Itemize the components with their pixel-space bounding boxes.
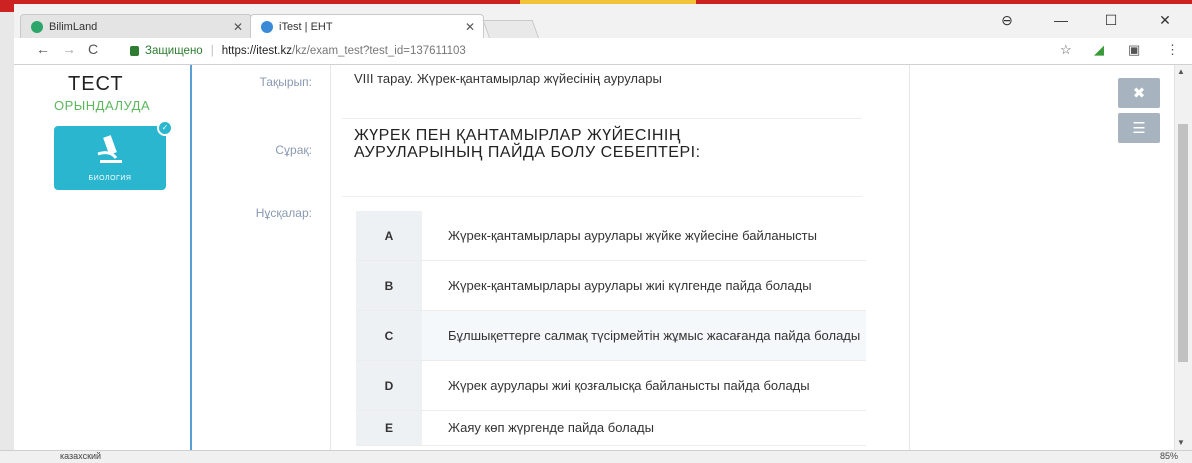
address-bar[interactable]: Защищено | https://itest.kz/kz/exam_test…: [130, 41, 1050, 61]
status-bar: казахский 85%: [0, 450, 1192, 463]
checkmark-icon: ✓: [157, 120, 173, 136]
option-text: Жаяу көп жүргенде пайда болады: [448, 420, 654, 435]
menu-icon[interactable]: ⋮: [1166, 42, 1179, 58]
answer-options: A Жүрек-қантамырлары аурулары жүйке жүйе…: [356, 211, 866, 446]
subject-label: БИОЛОГИЯ: [88, 175, 132, 182]
maximize-button[interactable]: ☐: [1096, 12, 1126, 29]
question-text: ЖҮРЕК ПЕН ҚАНТАМЫРЛАР ЖҮЙЕСІНІҢ АУРУЛАРЫ…: [354, 127, 701, 161]
back-icon[interactable]: ←: [36, 41, 50, 57]
question-label: Сұрақ:: [275, 143, 312, 157]
address-toolbar: ← → C Защищено | https://itest.kz/kz/exa…: [14, 38, 1192, 65]
close-tab-icon[interactable]: ✕: [233, 20, 243, 34]
answer-option-d[interactable]: D Жүрек аурулары жиі қозғалысқа байланыс…: [356, 361, 866, 411]
answer-option-c[interactable]: C Бұлшықеттерге салмақ түсірмейтін жұмыс…: [356, 311, 866, 361]
topic-text: VIII тарау. Жүрек-қантамырлар жүйесінің …: [354, 71, 662, 86]
divider: [342, 118, 862, 119]
bilimland-favicon-icon: [31, 20, 43, 33]
new-tab-button[interactable]: [482, 20, 540, 39]
url-path: /kz/exam_test?test_id=137611103: [292, 45, 466, 57]
question-list-button[interactable]: ☰: [1118, 113, 1160, 143]
browser-window: BilimLand ✕ iTest | ЕНТ ✕ ⊖ — ☐ ✕ ← → C …: [14, 4, 1192, 450]
camera-extension-icon[interactable]: ▣: [1128, 42, 1140, 58]
subject-card[interactable]: БИОЛОГИЯ: [54, 126, 166, 190]
scroll-down-icon[interactable]: ▼: [1177, 438, 1185, 447]
itest-favicon-icon: [261, 20, 273, 33]
minimize-button[interactable]: —: [1046, 12, 1076, 28]
option-letter: D: [356, 361, 422, 410]
topic-label: Тақырып:: [259, 75, 312, 89]
close-window-button[interactable]: ✕: [1150, 12, 1180, 29]
close-test-button[interactable]: ✖: [1118, 78, 1160, 108]
left-panel: ТЕСТ ОРЫНДАЛУДА БИОЛОГИЯ ✓: [14, 65, 192, 450]
answer-option-e[interactable]: E Жаяу көп жүргенде пайда болады: [356, 411, 866, 446]
scrollbar-thumb[interactable]: [1178, 124, 1188, 362]
tab-itest[interactable]: iTest | ЕНТ ✕: [250, 14, 484, 38]
option-text: Жүрек-қантамырлары аурулары жиі күлгенде…: [448, 277, 812, 293]
scroll-up-icon[interactable]: ▲: [1177, 67, 1185, 76]
page-content: ТЕСТ ОРЫНДАЛУДА БИОЛОГИЯ ✓ Тақырып: VIII…: [14, 65, 1174, 450]
lock-icon: [130, 46, 139, 56]
list-icon: ☰: [1132, 120, 1146, 137]
bookmark-star-icon[interactable]: ☆: [1060, 42, 1072, 58]
zoom-level: 85%: [1160, 451, 1179, 461]
option-letter: A: [356, 211, 422, 260]
answer-option-a[interactable]: A Жүрек-қантамырлары аурулары жүйке жүйе…: [356, 211, 866, 261]
tab-title: iTest | ЕНТ: [279, 20, 333, 33]
forward-icon[interactable]: →: [62, 41, 76, 57]
reload-icon[interactable]: C: [88, 41, 98, 57]
close-tab-icon[interactable]: ✕: [465, 20, 475, 34]
profile-icon[interactable]: ⊖: [992, 12, 1022, 29]
secure-label: Защищено: [145, 45, 203, 57]
tab-bilimland[interactable]: BilimLand ✕: [20, 14, 252, 38]
microscope-icon: [97, 135, 122, 163]
divider: [342, 196, 862, 197]
option-text: Жүрек-қантамырлары аурулары жүйке жүйесі…: [448, 227, 817, 243]
option-text: Жүрек аурулары жиі қозғалысқа байланысты…: [448, 377, 810, 393]
close-icon: ✖: [1132, 85, 1146, 102]
tab-strip: BilimLand ✕ iTest | ЕНТ ✕ ⊖ — ☐ ✕: [14, 4, 1192, 39]
option-text: Бұлшықеттерге салмақ түсірмейтін жұмыс ж…: [422, 311, 866, 360]
extension-icon[interactable]: ◢: [1094, 42, 1104, 58]
divider: [909, 65, 910, 450]
url-text: https://itest.kz/kz/exam_test?test_id=13…: [222, 45, 466, 57]
address-separator: |: [210, 45, 214, 57]
divider: [330, 65, 331, 450]
answer-option-b[interactable]: B Жүрек-қантамырлары аурулары жиі күлген…: [356, 261, 866, 311]
option-letter: E: [356, 411, 422, 445]
language-label: казахский: [60, 451, 102, 461]
test-status: ОРЫНДАЛУДА: [54, 98, 151, 113]
options-label: Нұсқалар:: [255, 206, 312, 220]
option-letter: C: [356, 311, 422, 360]
test-title: ТЕСТ: [68, 73, 124, 95]
option-letter: B: [356, 261, 422, 310]
tab-title: BilimLand: [49, 20, 98, 33]
background-window-edge: [0, 12, 15, 452]
url-host: https://itest.kz: [221, 45, 293, 57]
